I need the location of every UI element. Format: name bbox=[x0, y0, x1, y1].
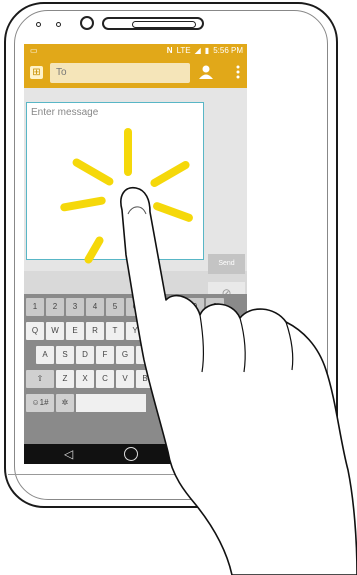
pointing-hand-illustration bbox=[120, 186, 357, 575]
